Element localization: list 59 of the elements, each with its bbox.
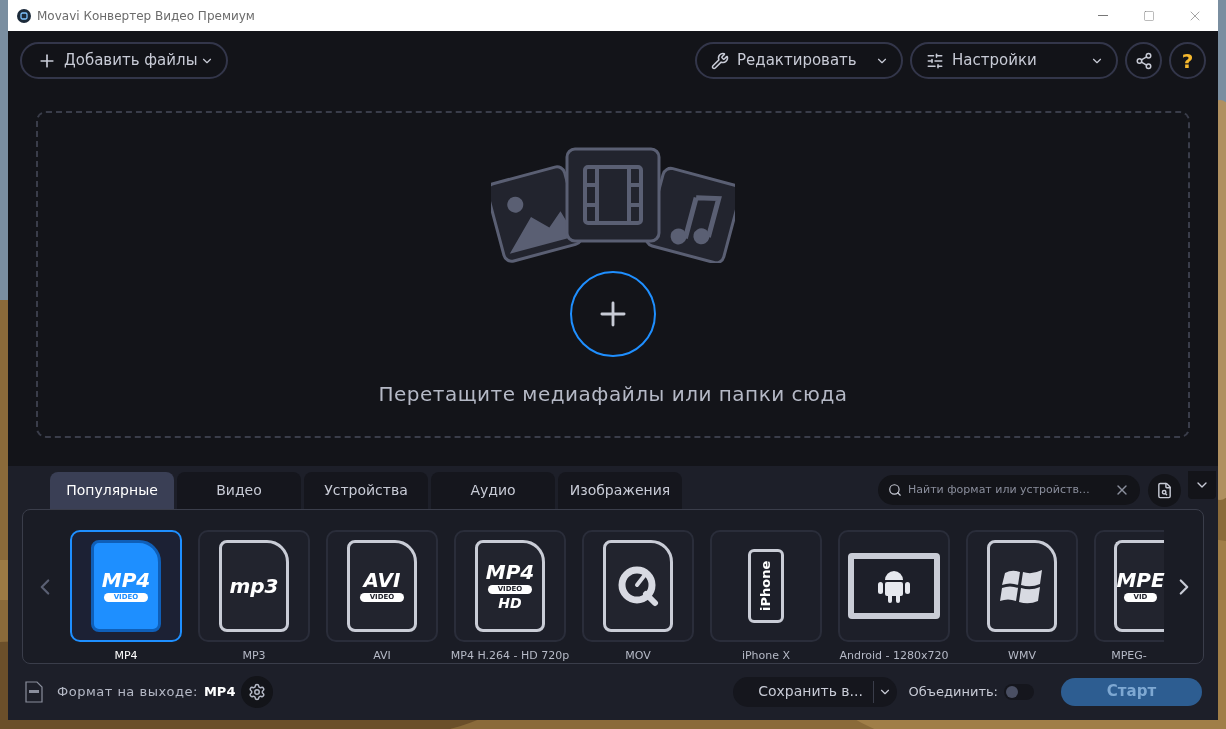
- save-to-button[interactable]: Сохранить в...: [732, 676, 897, 707]
- collapse-button[interactable]: [1188, 471, 1216, 499]
- minimize-icon: [1098, 15, 1108, 16]
- format-tab[interactable]: Аудио: [431, 472, 555, 509]
- windows-file-icon: [987, 540, 1057, 632]
- output-format-label: Формат на выходе:: [57, 682, 198, 701]
- drop-zone[interactable]: Перетащите медиафайлы или папки сюда: [36, 111, 1190, 438]
- format-card[interactable]: [966, 530, 1078, 642]
- edit-button[interactable]: Редактировать: [695, 42, 903, 79]
- format-label: MP4 H.264 - HD 720p: [450, 648, 570, 664]
- sliders-icon: [926, 51, 944, 70]
- output-format-icon: [24, 680, 44, 703]
- android-tablet-icon: [848, 553, 940, 619]
- format-label: AVI: [373, 648, 391, 664]
- format-tab[interactable]: Видео: [177, 472, 301, 509]
- format-card[interactable]: [838, 530, 950, 642]
- settings-button[interactable]: Настройки: [910, 42, 1118, 79]
- merge-toggle[interactable]: [1004, 683, 1034, 700]
- quicktime-file-icon: [603, 540, 673, 632]
- format-tab[interactable]: Устройства: [304, 472, 428, 509]
- add-media-button[interactable]: [570, 271, 656, 357]
- app-logo-icon: [17, 8, 31, 23]
- maximize-icon: [1143, 9, 1155, 22]
- format-label: MP4: [114, 648, 138, 664]
- format-logo-text: MPE: [1116, 570, 1165, 590]
- wrench-icon: [711, 51, 729, 70]
- format-card[interactable]: iPhone: [710, 530, 822, 642]
- share-icon: [1134, 51, 1153, 70]
- file-search-icon: [1156, 481, 1173, 499]
- window-title: Movavi Конвертер Видео Премиум: [37, 7, 255, 25]
- format-logo-text: AVI: [363, 570, 401, 590]
- format-logo-extra: HD: [498, 596, 522, 610]
- search-icon: [888, 483, 902, 497]
- add-files-button[interactable]: Добавить файлы: [20, 42, 228, 79]
- format-card[interactable]: mp3: [198, 530, 310, 642]
- format-label: WMV: [1008, 648, 1036, 664]
- search-input[interactable]: Найти формат или устройств…: [908, 481, 1114, 499]
- output-format-value: MP4: [203, 682, 236, 701]
- format-card[interactable]: [582, 530, 694, 642]
- format-search-button[interactable]: [1148, 473, 1181, 507]
- format-logo-text: MP4: [485, 562, 535, 582]
- merge-label: Объединить:: [908, 682, 998, 701]
- format-logo-text: MP4: [101, 570, 151, 590]
- format-logo-text: mp3: [229, 576, 279, 596]
- format-tab[interactable]: Изображения: [558, 472, 682, 509]
- share-button[interactable]: [1125, 42, 1162, 79]
- format-label: MP3: [242, 648, 266, 664]
- drop-hint: Перетащите медиафайлы или папки сюда: [378, 381, 848, 408]
- format-settings-button[interactable]: [241, 675, 274, 708]
- media-files-icon: [491, 147, 735, 263]
- format-tab[interactable]: Популярные: [50, 472, 174, 509]
- format-label: iPhone X: [741, 648, 791, 664]
- phone-logo-text: iPhone: [757, 560, 775, 612]
- format-label: MOV: [625, 648, 651, 664]
- format-label: Android - 1280x720: [839, 648, 949, 664]
- help-button[interactable]: ?: [1169, 42, 1206, 79]
- search-field[interactable]: Найти формат или устройств…: [878, 475, 1140, 505]
- gear-icon: [248, 682, 267, 701]
- format-label: MPEG-: [1111, 648, 1147, 664]
